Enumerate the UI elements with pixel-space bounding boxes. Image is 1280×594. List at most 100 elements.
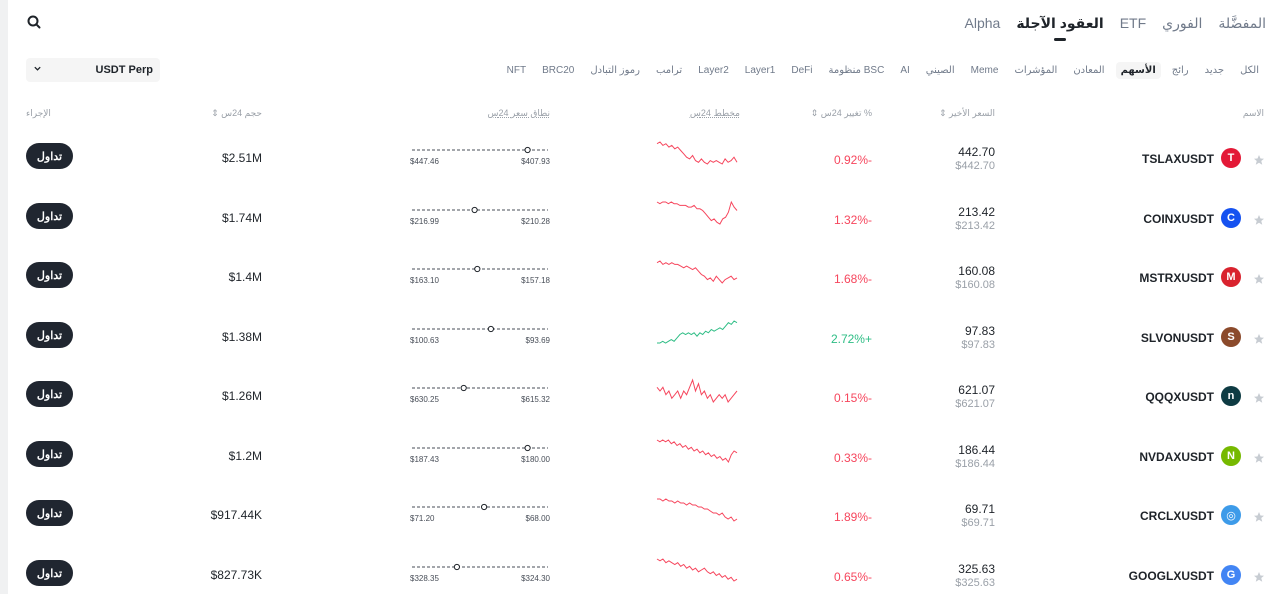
favorite-star-icon[interactable] — [1253, 213, 1265, 225]
header-range: نطاق سعر 24س — [487, 108, 550, 118]
symbol-name[interactable]: QQQXUSDT — [1145, 390, 1214, 404]
range-marker — [471, 206, 478, 214]
circle-icon: ◎ — [1221, 505, 1241, 525]
range-marker — [460, 384, 467, 392]
filter-chip-3[interactable]: الأسهم — [1115, 61, 1161, 79]
favorite-star-icon[interactable] — [1253, 451, 1265, 463]
favorite-star-icon[interactable] — [1253, 391, 1265, 403]
range-bar — [412, 503, 548, 511]
mark-price: $160.08 — [955, 279, 995, 291]
trade-button[interactable]: تداول — [26, 441, 73, 467]
mark-price: $213.42 — [955, 220, 995, 232]
filter-chip-10[interactable]: DeFi — [786, 62, 817, 79]
table-row[interactable]: C COINXUSDT 213.42 $213.42 1.32%- $216.99 $210… — [0, 200, 1280, 259]
google-icon: G — [1221, 565, 1241, 585]
header-last-price[interactable]: ⇕ السعر الأخير — [939, 108, 995, 119]
sparkline-series — [657, 498, 738, 522]
symbol-name[interactable]: TSLAXUSDT — [1142, 152, 1214, 166]
trade-button[interactable]: تداول — [26, 262, 73, 288]
range-bar — [412, 206, 548, 214]
change-percent: 0.65%- — [833, 570, 872, 584]
range-bar — [412, 444, 548, 452]
sparkline-chart — [656, 200, 738, 225]
trade-button[interactable]: تداول — [26, 560, 73, 586]
last-price: 160.08 — [958, 264, 995, 278]
range-marker — [481, 503, 488, 511]
filter-chip-12[interactable]: Layer2 — [693, 62, 734, 79]
filter-chip-11[interactable]: Layer1 — [740, 62, 781, 79]
sparkline-chart — [656, 260, 738, 284]
search-icon[interactable] — [26, 14, 42, 30]
favorite-star-icon[interactable] — [1253, 272, 1265, 284]
filter-chip-5[interactable]: المؤشرات — [1009, 62, 1062, 79]
filter-chip-16[interactable]: NFT — [502, 62, 531, 79]
symbol-name[interactable]: COINXUSDT — [1143, 212, 1214, 226]
volume-24h: $1.38M — [221, 330, 262, 344]
filter-chip-0[interactable]: الكل — [1235, 62, 1264, 79]
symbol-name[interactable]: CRCLXUSDT — [1140, 509, 1214, 523]
sparkline-chart — [656, 558, 738, 582]
volume-24h: $827.73K — [210, 568, 262, 582]
filter-chip-9[interactable]: منظومة BSC — [824, 62, 890, 79]
trade-button[interactable]: تداول — [26, 500, 73, 526]
filter-chip-15[interactable]: BRC20 — [537, 62, 579, 79]
favorite-star-icon[interactable] — [1253, 153, 1265, 165]
range-bar — [412, 146, 548, 154]
filter-chip-2[interactable]: رائج — [1167, 62, 1194, 79]
filter-chip-4[interactable]: المعادن — [1068, 62, 1109, 79]
strategy-icon: M — [1221, 267, 1241, 287]
last-price: 69.71 — [964, 502, 995, 516]
symbol-name[interactable]: SLVONUSDT — [1141, 331, 1214, 345]
tab-0[interactable]: المفضَّلة — [1218, 15, 1266, 32]
change-percent: 1.68%- — [833, 272, 872, 286]
favorite-star-icon[interactable] — [1253, 332, 1265, 344]
table-row[interactable]: n QQQXUSDT 621.07 $621.07 0.15%- $630.25 $615.… — [0, 378, 1280, 437]
sparkline-series — [656, 378, 738, 403]
favorite-star-icon[interactable] — [1253, 510, 1265, 522]
table-row[interactable]: G GOOGLXUSDT 325.63 $325.63 0.65%- $328.35 $32… — [0, 557, 1280, 594]
header-volume[interactable]: ⇕ حجم 24س — [211, 108, 262, 119]
sparkline-chart — [656, 141, 738, 165]
market-tabs: المفضَّلة الفوري ETF العقود الآجلة Alpha — [965, 12, 1267, 34]
symbol-name[interactable]: MSTRXUSDT — [1139, 271, 1214, 285]
filter-chip-8[interactable]: AI — [895, 62, 914, 79]
favorite-star-icon[interactable] — [1253, 570, 1265, 582]
table-row[interactable]: N NVDAXUSDT 186.44 $186.44 0.33%- $187.43 $180… — [0, 438, 1280, 497]
tab-3[interactable]: العقود الآجلة — [1016, 15, 1103, 32]
tab-2[interactable]: ETF — [1120, 15, 1146, 31]
sparkline-series — [656, 260, 738, 284]
range-bar — [412, 265, 548, 273]
silver-icon: S — [1221, 327, 1241, 347]
filter-chip-13[interactable]: ترامب — [651, 62, 687, 79]
filter-chip-14[interactable]: رموز التبادل — [585, 62, 645, 79]
table-row[interactable]: S SLVONUSDT 97.83 $97.83 2.72%+ $100.63 $93.69… — [0, 319, 1280, 378]
header-change[interactable]: ⇕ تغيير 24س % — [811, 108, 872, 119]
change-percent: 0.33%- — [833, 451, 872, 465]
sparkline-series — [656, 200, 738, 225]
filter-chip-7[interactable]: الصيني — [921, 62, 960, 79]
header-chart: مخطط 24س — [689, 108, 740, 118]
trade-button[interactable]: تداول — [26, 203, 73, 229]
sparkline-series — [656, 558, 738, 582]
contract-type-select[interactable]: USDT Perp — [26, 58, 160, 82]
filter-chip-6[interactable]: Meme — [966, 62, 1004, 79]
trade-button[interactable]: تداول — [26, 322, 73, 348]
trade-button[interactable]: تداول — [26, 381, 73, 407]
tab-1[interactable]: الفوري — [1162, 15, 1202, 32]
table-row[interactable]: T TSLAXUSDT 442.70 $442.70 0.92%- $447.46 $407… — [0, 140, 1280, 199]
trade-button[interactable]: تداول — [26, 143, 73, 169]
tab-4[interactable]: Alpha — [965, 15, 1001, 31]
volume-24h: $1.4M — [228, 270, 262, 284]
range-marker — [453, 563, 461, 571]
volume-24h: $917.44K — [210, 508, 262, 522]
last-price: 97.83 — [964, 324, 995, 338]
tesla-icon: T — [1221, 148, 1241, 168]
table-row[interactable]: M MSTRXUSDT 160.08 $160.08 1.68%- $163.10 $157… — [0, 259, 1280, 318]
volume-24h: $1.26M — [221, 389, 262, 403]
chevron-down-icon — [33, 64, 42, 76]
last-price: 621.07 — [958, 383, 995, 397]
filter-chip-1[interactable]: جديد — [1200, 62, 1229, 79]
symbol-name[interactable]: GOOGLXUSDT — [1129, 569, 1214, 583]
table-row[interactable]: ◎ CRCLXUSDT 69.71 $69.71 1.89%- $71.20 $68.00 $… — [0, 497, 1280, 556]
symbol-name[interactable]: NVDAXUSDT — [1139, 450, 1214, 464]
